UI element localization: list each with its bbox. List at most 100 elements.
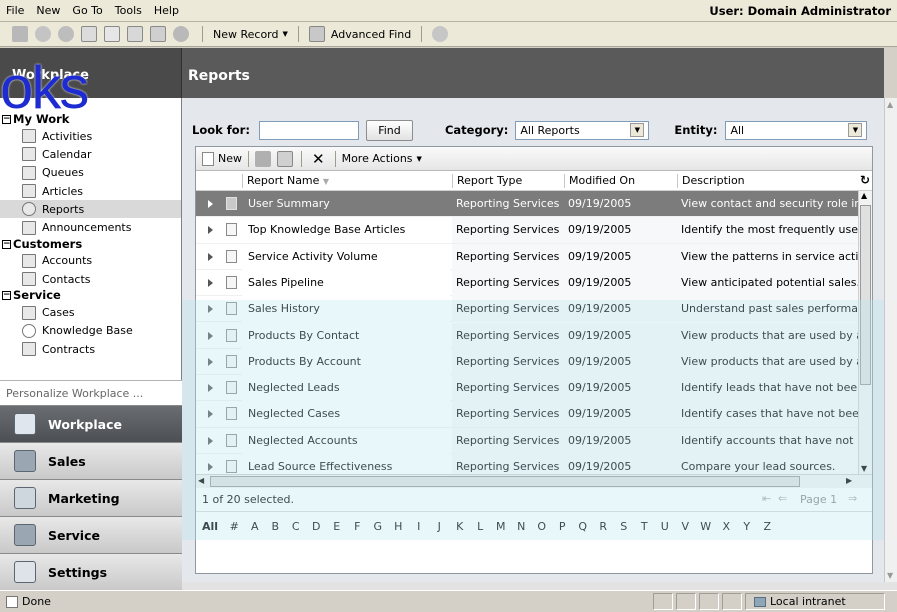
chevron-down-icon[interactable]: ▼ [848, 123, 863, 137]
table-row[interactable]: Neglected Leads Reporting Services 09/19/2… [196, 375, 858, 402]
wunderbar-settings[interactable]: Settings [0, 553, 182, 590]
table-row[interactable]: Products By Contact Reporting Services 09/… [196, 322, 858, 349]
nav-item-articles[interactable]: Articles [0, 182, 181, 200]
table-row[interactable]: Products By Account Reporting Services 09/… [196, 348, 858, 376]
expand-arrow-icon[interactable] [208, 357, 213, 366]
table-row[interactable]: Sales History Reporting Services 09/19/200… [196, 296, 858, 323]
expand-arrow-icon[interactable] [208, 305, 213, 314]
alpha-filter-letter[interactable]: P [552, 520, 573, 533]
grid-horizontal-scrollbar[interactable]: ◀ ▶ [196, 474, 872, 488]
alpha-filter-letter[interactable]: Q [573, 520, 594, 533]
column-header-modified-on[interactable]: Modified On [564, 174, 678, 188]
scroll-left-icon[interactable]: ◀ [198, 476, 204, 485]
scroll-up-icon[interactable]: ▲ [887, 100, 893, 109]
alpha-filter-letter[interactable]: O [532, 520, 553, 533]
nav-item-accounts[interactable]: Accounts [0, 252, 181, 270]
expand-arrow-icon[interactable] [208, 252, 213, 261]
alpha-filter-letter[interactable]: J [429, 520, 450, 533]
expand-arrow-icon[interactable] [208, 226, 213, 235]
alpha-filter-letter[interactable]: K [450, 520, 471, 533]
scroll-down-icon[interactable]: ▼ [887, 571, 893, 580]
alpha-filter-letter[interactable]: M [491, 520, 512, 533]
menu-new[interactable]: New [30, 4, 66, 17]
group-service[interactable]: − Service [0, 288, 181, 303]
alpha-filter-letter[interactable]: U [655, 520, 676, 533]
refresh-icon[interactable]: ↻ [860, 173, 870, 187]
link-icon[interactable] [58, 26, 74, 42]
alpha-filter-letter[interactable]: A [245, 520, 266, 533]
nav-item-announcements[interactable]: Announcements [0, 218, 181, 236]
nav-item-activities[interactable]: Activities [0, 127, 181, 145]
nav-item-knowledge-base[interactable]: Knowledge Base [0, 322, 181, 340]
nav-item-contacts[interactable]: Contacts [0, 270, 181, 288]
delete-icon[interactable]: ✕ [312, 150, 325, 168]
expand-arrow-icon[interactable] [208, 436, 213, 445]
collapse-icon[interactable]: − [2, 291, 11, 301]
table-row[interactable]: Top Knowledge Base Articles Reporting Ser… [196, 217, 858, 244]
menu-go-to[interactable]: Go To [66, 4, 108, 17]
table-row[interactable]: Sales Pipeline Reporting Services 09/19/20… [196, 269, 858, 297]
scroll-thumb[interactable] [860, 205, 871, 385]
page-vertical-scrollbar[interactable]: ▲ ▼ [884, 98, 897, 582]
table-row[interactable]: Neglected Cases Reporting Services 09/19/2… [196, 401, 858, 428]
table-row[interactable]: Lead Source Effectiveness Reporting Servi… [196, 454, 858, 474]
expand-arrow-icon[interactable] [208, 278, 213, 287]
category-select[interactable]: All Reports ▼ [515, 120, 650, 140]
previous-page-icon[interactable]: ⇐ [778, 492, 787, 505]
grid-vertical-scrollbar[interactable]: ▲ ▼ [858, 191, 872, 474]
alpha-filter-letter[interactable]: D [306, 520, 327, 533]
attach-icon[interactable] [35, 26, 51, 42]
menu-tools[interactable]: Tools [109, 4, 148, 17]
column-header-report-type[interactable]: Report Type [452, 174, 564, 188]
collapse-icon[interactable]: − [2, 239, 11, 249]
alpha-filter-letter[interactable]: V [675, 520, 696, 533]
alpha-filter-letter[interactable]: R [593, 520, 614, 533]
expand-arrow-icon[interactable] [208, 410, 213, 419]
alpha-filter-letter[interactable]: # [224, 520, 245, 533]
alpha-filter-letter[interactable]: W [696, 520, 717, 533]
column-header-description[interactable]: Description [677, 174, 857, 188]
wunderbar-marketing[interactable]: Marketing [0, 479, 182, 516]
alpha-filter-letter[interactable]: G [368, 520, 389, 533]
advanced-find-button[interactable]: Advanced Find [305, 26, 415, 42]
expand-arrow-icon[interactable] [208, 331, 213, 340]
entity-select[interactable]: All ▼ [725, 120, 868, 140]
wunderbar-service[interactable]: Service [0, 516, 182, 553]
menu-help[interactable]: Help [148, 4, 185, 17]
help-people-icon[interactable] [173, 26, 189, 42]
alpha-filter-letter[interactable]: C [286, 520, 307, 533]
expand-arrow-icon[interactable] [208, 463, 213, 471]
scroll-up-icon[interactable]: ▲ [861, 191, 867, 200]
group-customers[interactable]: − Customers [0, 237, 181, 252]
print-icon[interactable] [255, 150, 271, 167]
look-for-input[interactable] [258, 120, 359, 140]
horizontal-scroll-thumb[interactable] [210, 476, 800, 487]
new-report-button[interactable]: New [202, 151, 242, 166]
alpha-filter-all[interactable]: All [202, 520, 224, 533]
calendar-icon[interactable] [127, 26, 143, 42]
alpha-filter-letter[interactable]: T [634, 520, 655, 533]
nav-item-queues[interactable]: Queues [0, 164, 181, 182]
chevron-down-icon[interactable]: ▼ [630, 123, 645, 137]
group-my-work[interactable]: − My Work [0, 112, 181, 127]
first-page-icon[interactable]: ⇤ [762, 492, 771, 505]
alpha-filter-letter[interactable]: B [265, 520, 286, 533]
alpha-filter-letter[interactable]: Z [757, 520, 778, 533]
grid-icon[interactable] [150, 26, 166, 42]
expand-arrow-icon[interactable] [208, 384, 213, 393]
table-row[interactable]: Neglected Accounts Reporting Services 09/1… [196, 427, 858, 454]
more-actions-button[interactable]: More Actions ▼ [342, 152, 422, 165]
wunderbar-workplace[interactable]: Workplace [0, 405, 182, 442]
email-icon[interactable] [81, 26, 97, 42]
nav-item-reports[interactable]: Reports [0, 200, 181, 219]
find-button[interactable]: Find [365, 119, 413, 141]
scroll-down-icon[interactable]: ▼ [861, 464, 867, 473]
personalize-workplace-link[interactable]: Personalize Workplace ... [0, 380, 182, 405]
alpha-filter-letter[interactable]: X [716, 520, 737, 533]
note-icon[interactable] [104, 26, 120, 42]
help-icon[interactable] [432, 26, 449, 42]
nav-item-cases[interactable]: Cases [0, 303, 181, 321]
nav-item-contracts[interactable]: Contracts [0, 340, 181, 358]
scroll-right-icon[interactable]: ▶ [846, 476, 852, 485]
alpha-filter-letter[interactable]: N [511, 520, 532, 533]
